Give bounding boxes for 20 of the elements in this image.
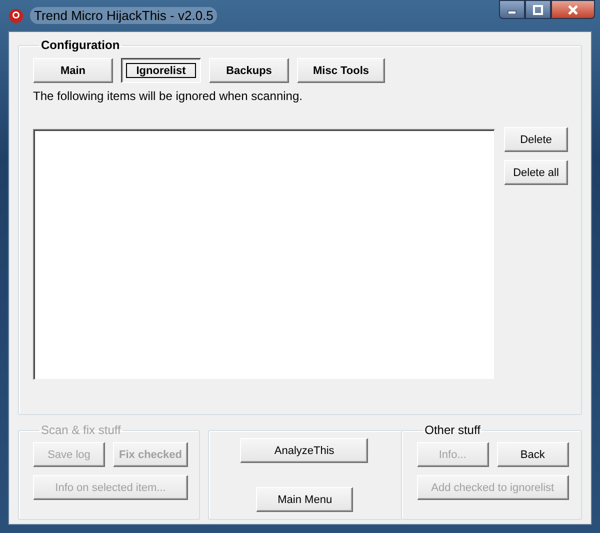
- tab[interactable]: Misc Tools: [297, 58, 385, 83]
- tab[interactable]: Ignorelist: [121, 58, 201, 83]
- other-button[interactable]: Back: [496, 442, 569, 467]
- group-title: Configuration: [40, 38, 121, 52]
- group-title: Other stuff: [424, 423, 482, 437]
- action-button[interactable]: AnalyzeThis: [240, 438, 368, 463]
- list-button[interactable]: Delete: [504, 127, 568, 152]
- close-icon: [567, 4, 579, 14]
- group-title: Scan & fix stuff: [40, 423, 122, 437]
- app-icon: [8, 8, 24, 24]
- list-button[interactable]: Delete all: [504, 160, 568, 185]
- minimize-button[interactable]: [499, 0, 525, 19]
- window-title: Trend Micro HijackThis - v2.0.5: [30, 7, 218, 24]
- action-button[interactable]: Main Menu: [256, 487, 354, 512]
- tab[interactable]: Backups: [209, 58, 289, 83]
- maximize-button[interactable]: [525, 0, 551, 19]
- close-button[interactable]: [551, 0, 595, 19]
- tab[interactable]: Main: [33, 58, 113, 83]
- maximize-icon: [533, 4, 543, 14]
- description-text: The following items will be ignored when scanning.: [33, 89, 304, 105]
